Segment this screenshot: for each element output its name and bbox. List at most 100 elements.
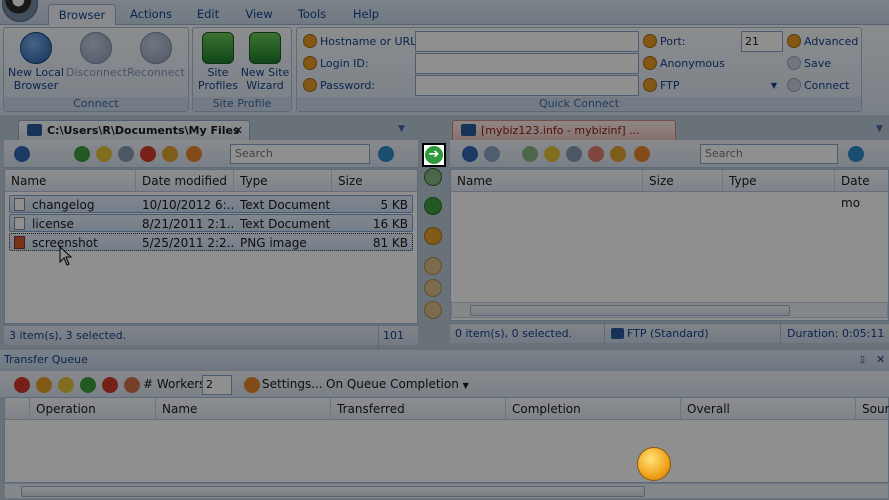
folder-up-icon[interactable] (96, 146, 112, 162)
col-date-modified[interactable]: Date mo (835, 170, 888, 210)
transfer-queue-horizontal-scrollbar[interactable] (4, 483, 889, 499)
col-size[interactable]: Size (643, 170, 723, 192)
back-arrow-icon[interactable] (462, 146, 478, 162)
scroll-thumb[interactable] (21, 486, 645, 497)
col-transferred[interactable]: Transferred (331, 398, 506, 420)
col-size[interactable]: Size (332, 170, 417, 192)
queue-icon-1[interactable] (424, 257, 442, 275)
port-input[interactable]: 21 (741, 31, 783, 52)
local-search-input[interactable]: Search (230, 144, 370, 164)
col-overall[interactable]: Overall (681, 398, 856, 420)
image-file-icon (14, 236, 25, 249)
delete-icon[interactable] (140, 146, 156, 162)
connect-group-label: Connect (4, 97, 188, 111)
refresh-icon[interactable] (74, 146, 90, 162)
col-type[interactable]: Type (723, 170, 835, 192)
tab-view[interactable]: View (238, 4, 280, 25)
transfer-right-button-highlight[interactable]: ➔ (422, 143, 446, 167)
col-type[interactable]: Type (234, 170, 332, 192)
folder-up-icon[interactable] (544, 146, 560, 162)
view-icon[interactable] (566, 146, 582, 162)
edit-icon[interactable] (162, 146, 178, 162)
view-icon[interactable] (118, 146, 134, 162)
pin-icon[interactable]: ▯ (860, 350, 865, 370)
anonymous-icon (643, 56, 657, 70)
table-row[interactable]: license 8/21/2011 2:1... Text Document 1… (9, 214, 413, 232)
tab-edit[interactable]: Edit (188, 4, 228, 25)
edit-icon[interactable] (610, 146, 626, 162)
remote-file-list: Name Size Type Date mo (450, 169, 889, 321)
port-icon (643, 34, 657, 48)
queue-completion-dropdown[interactable]: On Queue Completion ▼ (326, 377, 469, 391)
col-name[interactable]: Name (5, 170, 136, 192)
remote-pane-menu-chevron-icon[interactable]: ▼ (876, 124, 883, 134)
remote-pane-tab[interactable]: [mybiz123.info - mybizinf] ... (452, 120, 676, 140)
monitor-icon (20, 32, 52, 64)
col-source[interactable]: Sourc (856, 398, 889, 420)
remote-search-input[interactable]: Search (700, 144, 838, 164)
back-arrow-icon[interactable] (14, 146, 30, 162)
close-icon[interactable]: ✕ (876, 350, 885, 370)
queue-icon-2[interactable] (424, 279, 442, 297)
col-date-modified[interactable]: Date modified (136, 170, 234, 192)
col-name[interactable]: Name (156, 398, 331, 420)
anonymous-checkbox[interactable]: Anonymous (643, 54, 725, 74)
transfer-queue-title: Transfer Queue ▯ ✕ (0, 350, 889, 370)
delete-icon[interactable] (588, 146, 604, 162)
pause-all-icon[interactable] (58, 377, 74, 393)
forward-arrow-icon[interactable] (484, 146, 500, 162)
hostname-input[interactable] (415, 31, 639, 52)
login-input[interactable] (415, 53, 639, 74)
properties-icon[interactable] (186, 146, 202, 162)
advanced-icon (787, 34, 801, 48)
save-button[interactable]: Save (787, 54, 831, 74)
search-icon[interactable] (378, 146, 394, 162)
settings-button[interactable]: Settings... (262, 377, 323, 391)
transfer-left-icon[interactable] (424, 168, 442, 186)
tab-browser[interactable]: Browser (48, 4, 116, 25)
workers-stepper[interactable]: 2 (202, 375, 232, 395)
search-icon[interactable] (848, 146, 864, 162)
scroll-thumb[interactable] (470, 305, 790, 316)
connect-button[interactable]: Connect (787, 76, 849, 96)
remote-horizontal-scrollbar[interactable] (451, 302, 888, 318)
local-pane-menu-chevron-icon[interactable]: ▼ (398, 124, 405, 134)
pause-icon[interactable] (36, 377, 52, 393)
refresh-icon[interactable] (522, 146, 538, 162)
hostname-icon (303, 34, 317, 48)
quick-connect-group: Hostname or URL: Login ID: Password: Por… (296, 27, 862, 112)
col-operation[interactable]: Operation (30, 398, 156, 420)
remote-status-bar: 0 item(s), 0 selected. FTP (Standard) Du… (450, 323, 889, 344)
local-toolbar: Search (4, 140, 418, 168)
disconnect-button[interactable]: Disconnect (66, 30, 127, 79)
tab-help[interactable]: Help (344, 4, 388, 25)
compare-icon[interactable] (424, 227, 442, 245)
close-icon[interactable]: ✕ (234, 121, 243, 140)
stop-icon[interactable] (14, 377, 30, 393)
password-input[interactable] (415, 75, 639, 96)
new-site-wizard-button[interactable]: New Site Wizard (235, 30, 295, 92)
login-label: Login ID: (303, 54, 369, 74)
clear-icon[interactable] (124, 377, 140, 393)
local-pane-tab[interactable]: C:\Users\R\Documents\My Files ✕ (18, 120, 250, 140)
table-row[interactable]: changelog 10/10/2012 6:... Text Document… (9, 195, 413, 213)
new-local-browser-button[interactable]: New Local Browser (6, 30, 66, 92)
play-icon[interactable] (80, 377, 96, 393)
settings-icon[interactable] (244, 377, 260, 393)
transfer-queue-header: Operation Name Transferred Completion Ov… (5, 398, 889, 420)
remote-header: Name Size Type Date mo (451, 170, 888, 210)
text-file-icon (14, 198, 25, 211)
properties-icon[interactable] (634, 146, 650, 162)
advanced-button[interactable]: Advanced (787, 32, 858, 52)
tab-actions[interactable]: Actions (122, 4, 180, 25)
col-name[interactable]: Name (451, 170, 643, 192)
transfer-right-arrow-icon: ➔ (425, 146, 443, 164)
sync-icon[interactable] (424, 197, 442, 215)
chevron-down-icon: ▼ (462, 381, 469, 390)
remove-icon[interactable] (102, 377, 118, 393)
tab-tools[interactable]: Tools (290, 4, 334, 25)
protocol-select[interactable]: FTP ▼ (643, 76, 783, 96)
reconnect-button[interactable]: Reconnect (126, 30, 186, 79)
col-completion[interactable]: Completion (506, 398, 681, 420)
queue-icon-3[interactable] (424, 301, 442, 319)
